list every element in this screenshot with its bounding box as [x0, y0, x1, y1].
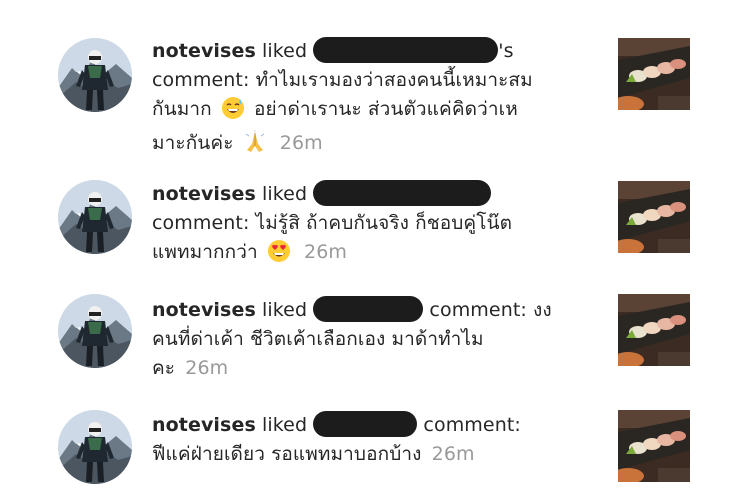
post-thumbnail[interactable]: [618, 181, 690, 253]
timestamp: 26m: [279, 132, 323, 154]
heart-eyes-emoji-icon: [267, 239, 291, 272]
sushi-post-thumbnail-icon: [618, 410, 690, 482]
redacted-username: [313, 37, 499, 63]
username[interactable]: notevises: [152, 183, 256, 205]
activity-text: notevises liked comment: ไม่รู้สิ ถ้าคบก…: [152, 180, 592, 272]
mountaineer-avatar-icon: [58, 294, 132, 368]
comment-text: อย่าด่าเรานะ ส่วนตัวแค่คิดว่าเห: [253, 98, 518, 120]
comment-text: ไม่รู้สิ ถ้าคบกันจริง ก็ชอบคู่โน๊ต: [255, 212, 513, 234]
grinning-sweat-emoji-icon: [221, 96, 245, 129]
comment-prefix: comment:: [152, 69, 250, 91]
comment-text: งง: [533, 299, 552, 321]
action-text: liked: [262, 183, 308, 205]
avatar[interactable]: [58, 38, 132, 112]
comment-text: ฟีแค่ฝ่ายเดียว รอแพทมาบอกบ้าง: [152, 443, 422, 465]
post-thumbnail[interactable]: [618, 38, 690, 110]
possessive-text: 's: [498, 40, 514, 62]
redacted-username: [313, 411, 418, 437]
redacted-username: [313, 180, 492, 206]
comment-prefix: comment:: [423, 414, 521, 436]
folded-hands-emoji-icon: [243, 130, 267, 163]
redacted-username: [313, 296, 424, 322]
avatar[interactable]: [58, 180, 132, 254]
activity-feed: notevises liked 's comment: ทำไมเรามองว่…: [0, 0, 749, 500]
username[interactable]: notevises: [152, 299, 256, 321]
username[interactable]: notevises: [152, 40, 256, 62]
activity-text: notevises liked 's comment: ทำไมเรามองว่…: [152, 37, 592, 163]
post-thumbnail[interactable]: [618, 410, 690, 482]
timestamp: 26m: [185, 357, 229, 379]
activity-text: notevises liked comment: ฟีแค่ฝ่ายเดียว …: [152, 411, 592, 469]
mountaineer-avatar-icon: [58, 410, 132, 484]
sushi-post-thumbnail-icon: [618, 181, 690, 253]
comment-prefix: comment:: [152, 212, 250, 234]
action-text: liked: [262, 40, 308, 62]
avatar[interactable]: [58, 294, 132, 368]
sushi-post-thumbnail-icon: [618, 294, 690, 366]
comment-text: ทำไมเรามองว่าสองคนนี้เหมาะสม: [255, 69, 533, 91]
comment-text: คะ: [152, 357, 176, 379]
timestamp: 26m: [431, 443, 475, 465]
comment-text: กันมาก: [152, 98, 212, 120]
action-text: liked: [262, 414, 308, 436]
avatar[interactable]: [58, 410, 132, 484]
timestamp: 26m: [304, 241, 348, 263]
comment-text: แพทมากกว่า: [152, 241, 258, 263]
post-thumbnail[interactable]: [618, 294, 690, 366]
comment-text: มาะกันค่ะ: [152, 132, 234, 154]
activity-text: notevises liked comment: งง คนที่ด่าเค้า…: [152, 296, 592, 383]
username[interactable]: notevises: [152, 414, 256, 436]
sushi-post-thumbnail-icon: [618, 38, 690, 110]
mountaineer-avatar-icon: [58, 38, 132, 112]
comment-prefix: comment:: [429, 299, 527, 321]
mountaineer-avatar-icon: [58, 180, 132, 254]
comment-text: คนที่ด่าเค้า ชีวิตเค้าเลือกเอง มาด้าทำไม: [152, 328, 484, 350]
action-text: liked: [262, 299, 308, 321]
